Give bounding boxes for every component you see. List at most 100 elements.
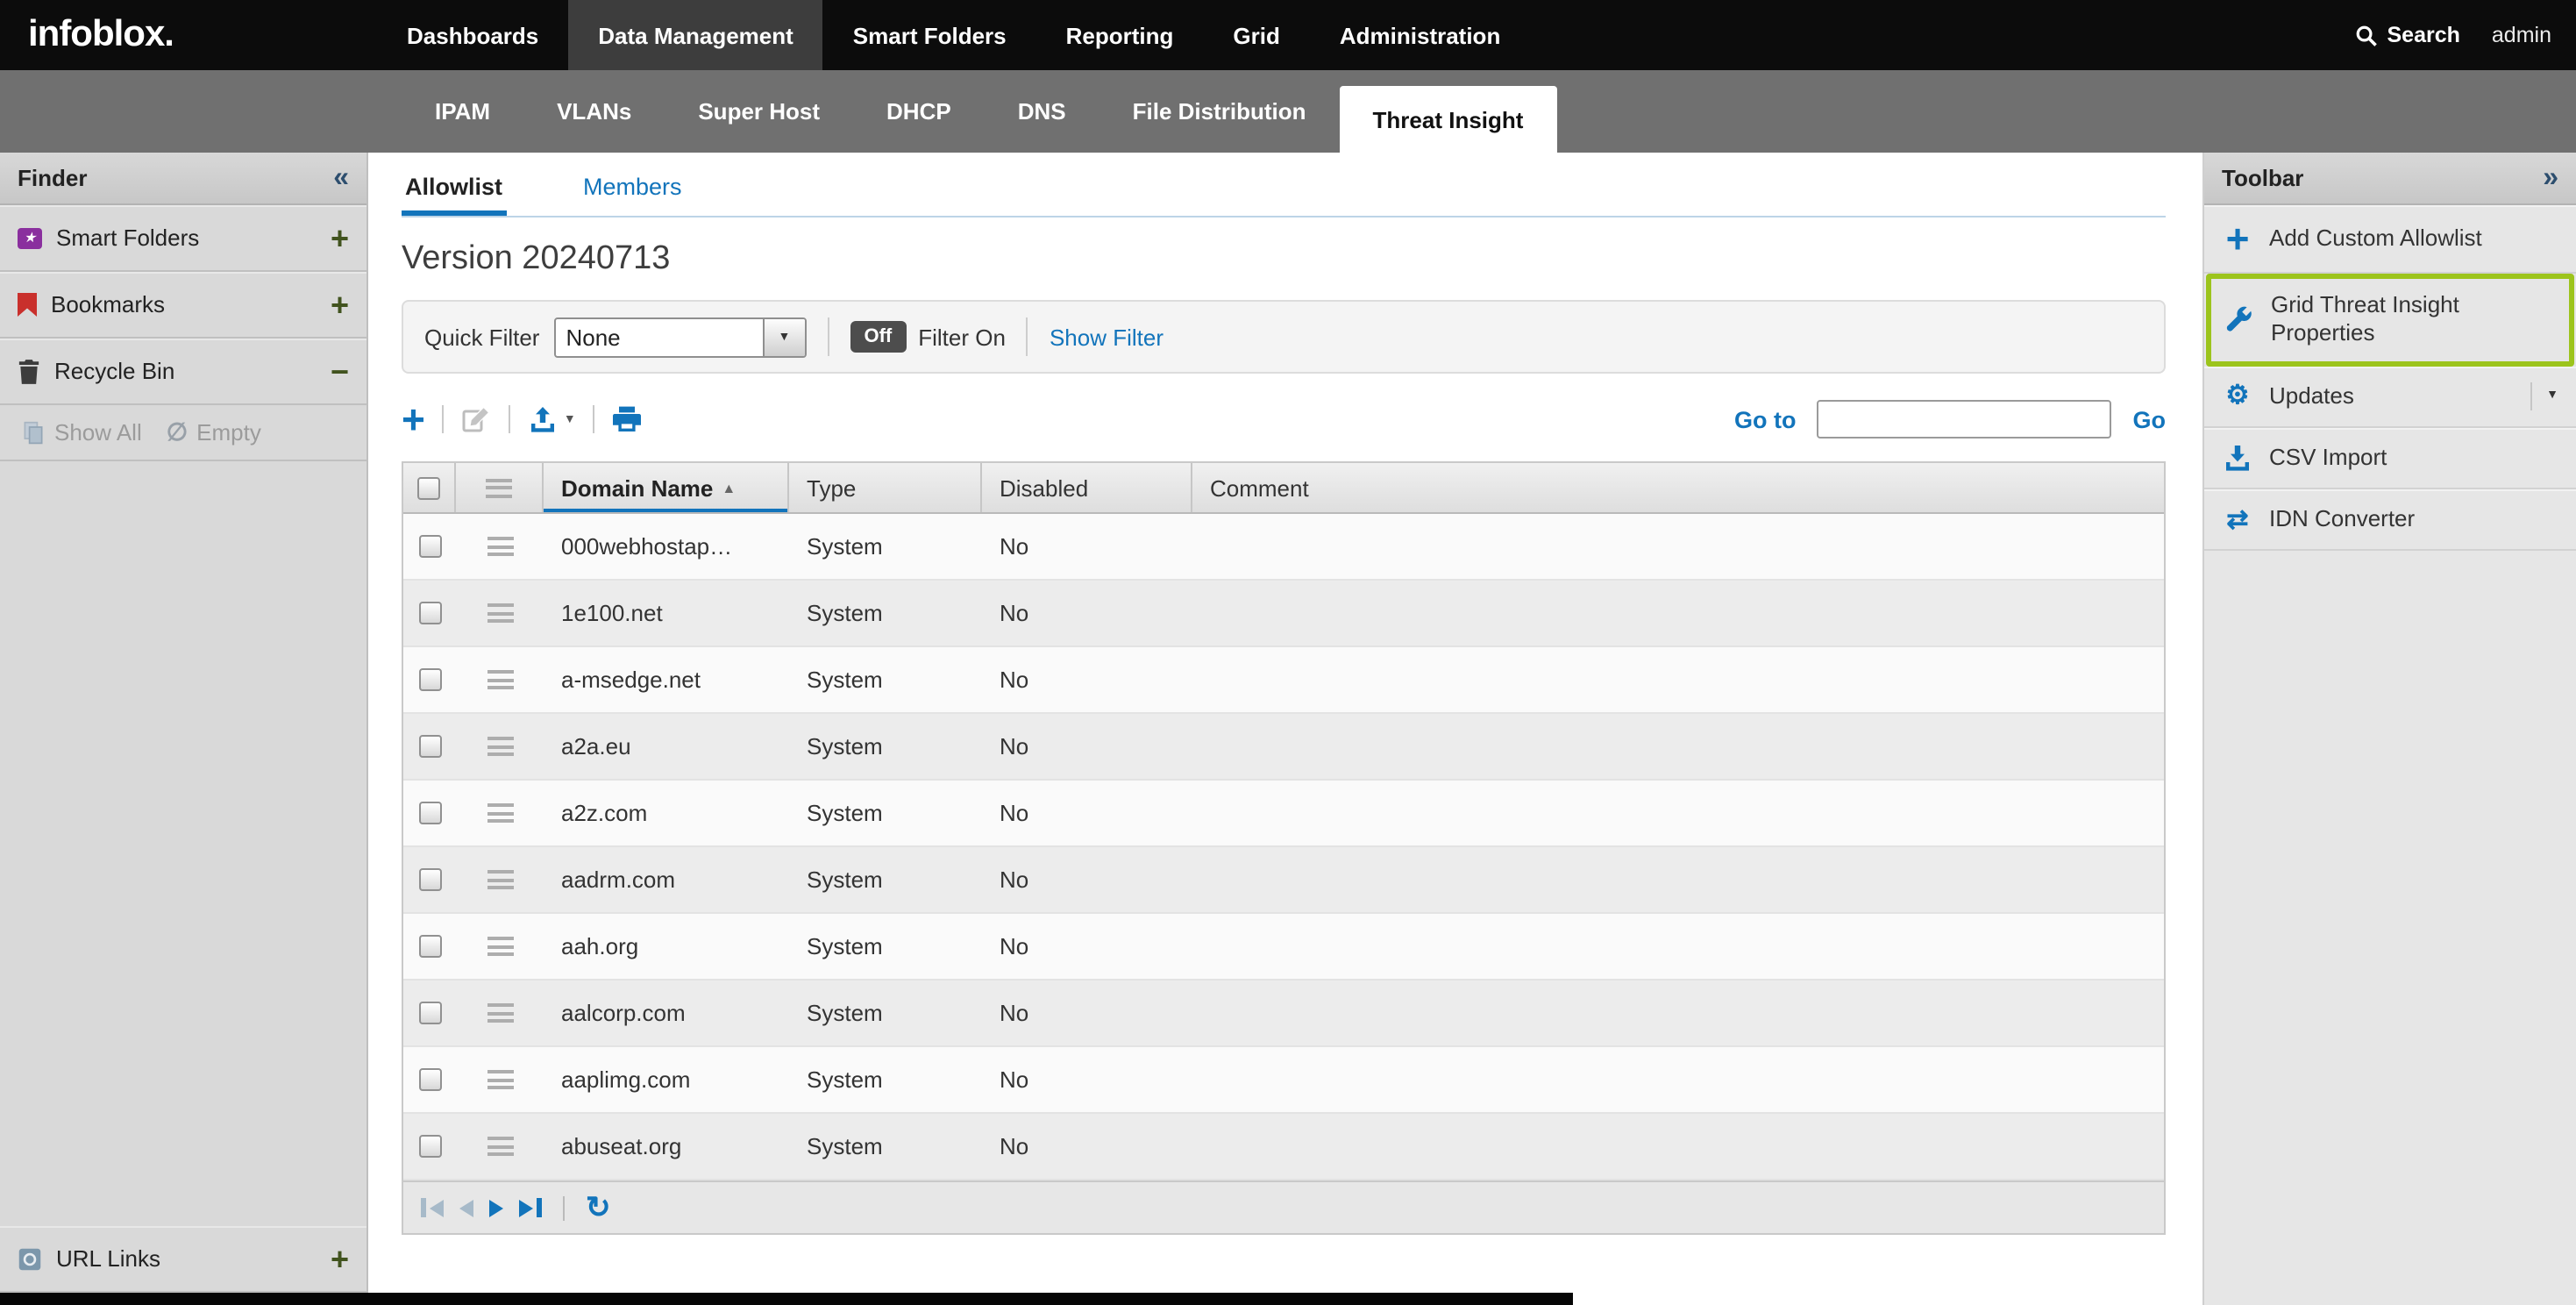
- table-row[interactable]: abuseat.org System No: [403, 1114, 2164, 1180]
- finder-panel: Finder « ★ Smart Folders + Bookmarks + R…: [0, 153, 368, 1305]
- subnav-ipam[interactable]: IPAM: [402, 70, 523, 153]
- subnav-file-distribution[interactable]: File Distribution: [1099, 70, 1340, 153]
- table-row[interactable]: aah.org System No: [403, 914, 2164, 981]
- toolbar-item-updates[interactable]: ⚙ Updates ▼: [2204, 366, 2576, 428]
- export-button[interactable]: ▼: [529, 405, 576, 433]
- row-checkbox[interactable]: [418, 668, 441, 691]
- nav-administration[interactable]: Administration: [1310, 0, 1530, 70]
- row-menu-icon[interactable]: [487, 803, 513, 823]
- row-menu-icon[interactable]: [487, 1003, 513, 1023]
- quick-filter-dropdown-button[interactable]: ▼: [762, 318, 804, 355]
- nav-smart-folders[interactable]: Smart Folders: [823, 0, 1036, 70]
- content-area: Finder « ★ Smart Folders + Bookmarks + R…: [0, 153, 2576, 1305]
- select-all-checkbox[interactable]: [417, 476, 440, 499]
- tab-allowlist[interactable]: Allowlist: [402, 158, 506, 216]
- add-smart-folder-button[interactable]: +: [331, 222, 349, 253]
- row-menu-icon[interactable]: [487, 537, 513, 556]
- table-row[interactable]: a-msedge.net System No: [403, 647, 2164, 714]
- chevron-down-icon[interactable]: ▼: [564, 413, 576, 425]
- row-menu-icon[interactable]: [487, 870, 513, 889]
- next-page-icon: [489, 1199, 503, 1216]
- row-menu-icon[interactable]: [487, 737, 513, 756]
- row-checkbox[interactable]: [418, 535, 441, 558]
- show-all-link[interactable]: Show All: [21, 419, 142, 446]
- finder-item-smart-folders[interactable]: ★ Smart Folders +: [0, 205, 366, 272]
- edit-button[interactable]: [462, 404, 492, 434]
- add-bookmark-button[interactable]: +: [331, 289, 349, 320]
- subnav-super-host[interactable]: Super Host: [665, 70, 853, 153]
- toolbar-item-csv-import[interactable]: CSV Import: [2204, 428, 2576, 490]
- prev-page-button[interactable]: [459, 1199, 473, 1216]
- row-checkbox[interactable]: [418, 1002, 441, 1024]
- row-checkbox[interactable]: [418, 1068, 441, 1091]
- table-row[interactable]: a2z.com System No: [403, 781, 2164, 847]
- row-menu-icon[interactable]: [487, 603, 513, 623]
- first-page-button[interactable]: [421, 1198, 444, 1217]
- tab-members[interactable]: Members: [580, 158, 686, 216]
- finder-item-bookmarks[interactable]: Bookmarks +: [0, 272, 366, 339]
- column-header-type[interactable]: Type: [789, 463, 982, 512]
- column-header-disabled[interactable]: Disabled: [982, 463, 1192, 512]
- collapse-recycle-bin-button[interactable]: −: [331, 355, 349, 387]
- updates-dropdown-button[interactable]: ▼: [2530, 382, 2558, 410]
- row-menu-icon[interactable]: [487, 937, 513, 956]
- subnav-dns[interactable]: DNS: [985, 70, 1099, 153]
- cell-type: System: [789, 1066, 982, 1093]
- empty-link[interactable]: ∅ Empty: [167, 417, 261, 447]
- finder-item-recycle-bin[interactable]: Recycle Bin −: [0, 339, 366, 405]
- row-checkbox[interactable]: [418, 935, 441, 958]
- subnav-dhcp[interactable]: DHCP: [853, 70, 985, 153]
- column-header-domain-name[interactable]: Domain Name ▲: [544, 463, 789, 512]
- table-menu-icon[interactable]: [486, 478, 512, 497]
- collapse-finder-icon[interactable]: «: [333, 162, 349, 194]
- toolbar-item-grid-threat-insight-properties[interactable]: Grid Threat Insight Properties: [2206, 274, 2574, 366]
- subnav-threat-insight[interactable]: Threat Insight: [1340, 86, 1557, 153]
- user-menu[interactable]: admin: [2492, 23, 2551, 47]
- column-header-comment[interactable]: Comment: [1192, 463, 2164, 512]
- row-checkbox[interactable]: [418, 602, 441, 624]
- filter-toggle[interactable]: Off: [850, 321, 906, 353]
- smart-folders-label: Smart Folders: [56, 225, 199, 251]
- toolbar-item-idn-converter[interactable]: ⇄ IDN Converter: [2204, 489, 2576, 552]
- print-button[interactable]: [613, 405, 643, 433]
- row-menu-icon[interactable]: [487, 1137, 513, 1156]
- row-checkbox[interactable]: [418, 802, 441, 824]
- content-tabs: Allowlist Members: [402, 158, 2166, 218]
- table-header: Domain Name ▲ Type Disabled Comment: [403, 463, 2164, 514]
- table-row[interactable]: 1e100.net System No: [403, 581, 2164, 647]
- row-menu-icon[interactable]: [487, 670, 513, 689]
- nav-dashboards[interactable]: Dashboards: [377, 0, 568, 70]
- bookmark-icon: [18, 292, 37, 317]
- table-row[interactable]: aaplimg.com System No: [403, 1047, 2164, 1114]
- nav-data-management[interactable]: Data Management: [568, 0, 823, 70]
- filter-on-label: Filter On: [918, 324, 1006, 350]
- collapse-toolbar-icon[interactable]: »: [2543, 162, 2558, 194]
- cell-type: System: [789, 866, 982, 893]
- toolbar-item-add-custom-allowlist[interactable]: + Add Custom Allowlist: [2204, 205, 2576, 274]
- subnav-vlans[interactable]: VLANs: [523, 70, 665, 153]
- nav-reporting[interactable]: Reporting: [1036, 0, 1204, 70]
- table-row[interactable]: a2a.eu System No: [403, 714, 2164, 781]
- row-menu-icon[interactable]: [487, 1070, 513, 1089]
- cell-domain: aaplimg.com: [544, 1066, 789, 1093]
- last-page-button[interactable]: [519, 1198, 542, 1217]
- quick-filter-select[interactable]: None ▼: [553, 317, 806, 357]
- table-row[interactable]: aadrm.com System No: [403, 847, 2164, 914]
- add-row-button[interactable]: +: [402, 402, 425, 437]
- nav-grid[interactable]: Grid: [1203, 0, 1309, 70]
- next-page-button[interactable]: [489, 1199, 503, 1216]
- app-root: infoblox. Dashboards Data Management Sma…: [0, 0, 2576, 1305]
- refresh-button[interactable]: ↻: [586, 1193, 611, 1223]
- search-button[interactable]: Search: [2356, 23, 2460, 47]
- row-checkbox[interactable]: [418, 868, 441, 891]
- table-row[interactable]: 000webhostap… System No: [403, 514, 2164, 581]
- add-url-link-button[interactable]: +: [331, 1243, 349, 1274]
- row-checkbox[interactable]: [418, 1135, 441, 1158]
- url-links-icon: [18, 1246, 42, 1271]
- go-button[interactable]: Go: [2133, 406, 2167, 432]
- table-row[interactable]: aalcorp.com System No: [403, 981, 2164, 1047]
- row-checkbox[interactable]: [418, 735, 441, 758]
- show-filter-link[interactable]: Show Filter: [1050, 324, 1163, 350]
- goto-input[interactable]: [1818, 400, 2112, 439]
- finder-item-url-links[interactable]: URL Links +: [0, 1226, 366, 1293]
